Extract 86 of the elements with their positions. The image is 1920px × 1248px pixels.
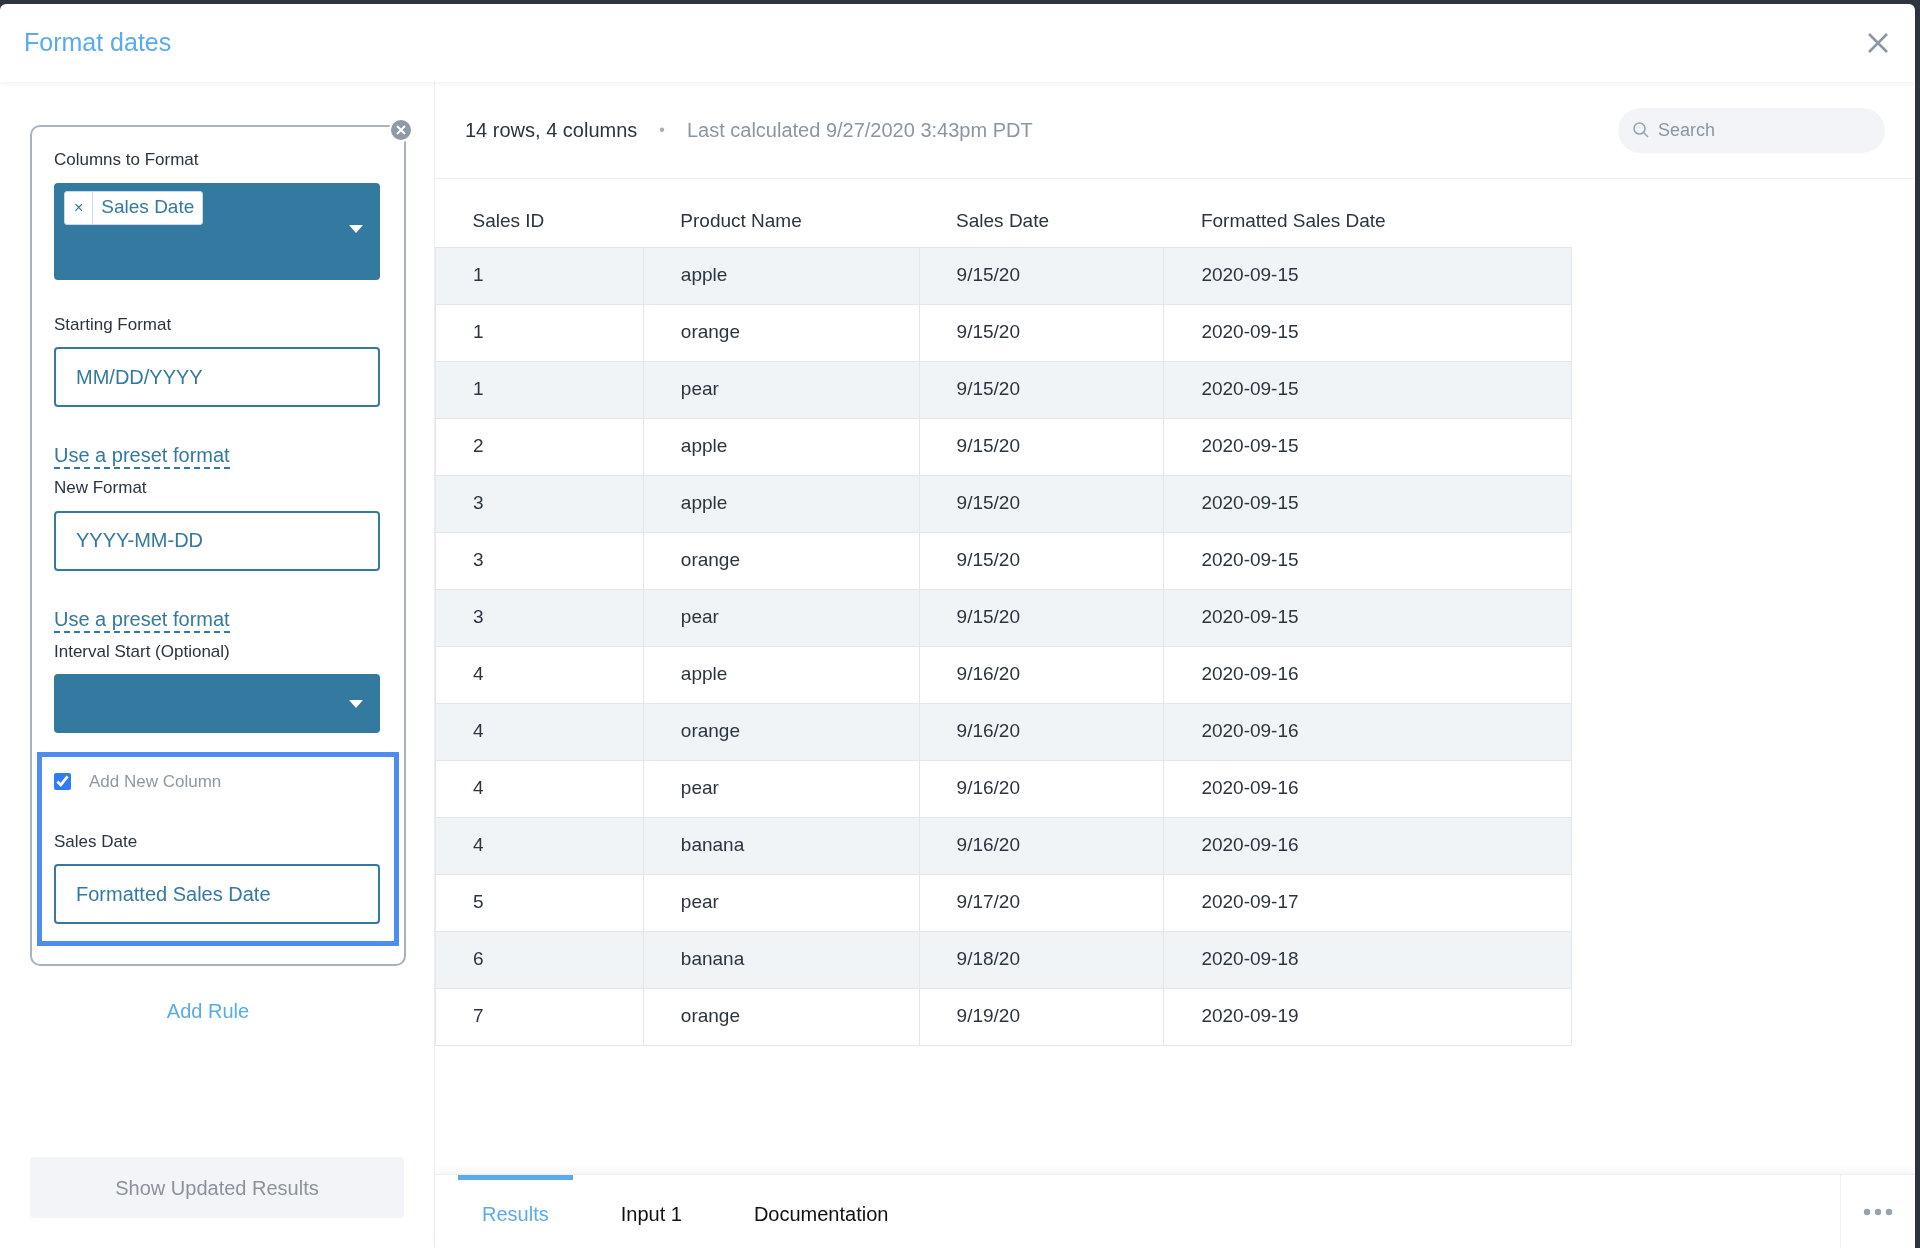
table-cell: 4 — [435, 817, 644, 874]
table-cell: 2 — [435, 418, 644, 475]
table-cell: 9/15/20 — [919, 532, 1164, 589]
table-cell: 9/15/20 — [919, 589, 1164, 646]
table-cell: 2020-09-15 — [1163, 304, 1572, 361]
table-cell: 2020-09-16 — [1163, 646, 1572, 703]
add-column-checkbox[interactable] — [54, 773, 71, 791]
table-cell: 7 — [435, 988, 644, 1045]
table-cell: 3 — [435, 589, 644, 646]
table-cell: apple — [643, 247, 920, 304]
table-cell: 9/15/20 — [919, 247, 1164, 304]
table-cell: 2020-09-16 — [1163, 703, 1572, 760]
caret-icon — [349, 699, 363, 708]
table-cell: 9/19/20 — [919, 988, 1164, 1045]
table-cell: 2020-09-15 — [1163, 247, 1572, 304]
table-cell: 1 — [435, 247, 644, 304]
table-cell: 2020-09-19 — [1163, 988, 1572, 1045]
table-cell: 4 — [435, 646, 644, 703]
field-label: Interval Start (Optional) — [54, 640, 231, 663]
table-cell: 2020-09-15 — [1163, 475, 1572, 532]
table-cell: apple — [643, 475, 920, 532]
tab[interactable]: Documentation — [729, 1175, 913, 1248]
table-cell: 1 — [435, 361, 644, 418]
field-label: Columns to Format — [54, 149, 200, 171]
table-cell: apple — [643, 646, 920, 703]
preset-format-link[interactable]: Use a preset format — [54, 443, 230, 469]
table-cell: orange — [643, 988, 920, 1045]
row-column-count: 14 rows, 4 columns — [465, 118, 638, 143]
column-header[interactable]: Product Name — [643, 195, 920, 247]
table-cell: 2020-09-15 — [1163, 589, 1572, 646]
table-cell: 2020-09-15 — [1163, 532, 1572, 589]
table-cell: 9/15/20 — [919, 361, 1164, 418]
table-cell: 4 — [435, 760, 644, 817]
table-cell: 9/15/20 — [919, 475, 1164, 532]
checkbox-label: Add New Column — [89, 771, 222, 793]
table-cell: pear — [643, 874, 920, 931]
table-cell: 9/16/20 — [919, 646, 1164, 703]
show-updated-results-button[interactable]: Show Updated Results — [30, 1157, 404, 1218]
table-cell: orange — [643, 703, 920, 760]
table-cell: 2020-09-18 — [1163, 931, 1572, 988]
table-cell: 4 — [435, 703, 644, 760]
table-cell: 9/16/20 — [919, 817, 1164, 874]
table-cell: 9/16/20 — [919, 760, 1164, 817]
table-cell: orange — [643, 532, 920, 589]
table-cell: 9/15/20 — [919, 304, 1164, 361]
table-cell: orange — [643, 304, 920, 361]
text-field[interactable]: YYYY-MM-DD — [54, 510, 380, 571]
table-cell: 3 — [435, 532, 644, 589]
field-label: New Format — [54, 477, 148, 499]
columns-select[interactable]: × Sales Date — [54, 182, 380, 280]
table-cell: 3 — [435, 475, 644, 532]
table-cell: apple — [643, 418, 920, 475]
field-label: Sales Date — [54, 830, 139, 853]
table-cell: pear — [643, 589, 920, 646]
last-calculated-text: Last calculated 9/27/2020 3:43pm PDT — [686, 118, 1033, 143]
column-header[interactable]: Sales Date — [919, 195, 1164, 247]
preset-format-link[interactable]: Use a preset format — [54, 606, 230, 633]
text-field[interactable]: MM/DD/YYYY — [54, 347, 380, 407]
table-cell: 6 — [435, 931, 644, 988]
column-header[interactable]: Formatted Sales Date — [1163, 195, 1572, 247]
text-field[interactable]: Formatted Sales Date — [54, 864, 380, 924]
tag-label: Sales Date — [100, 195, 196, 220]
table-cell: banana — [643, 817, 920, 874]
separator-dot: • — [659, 120, 665, 140]
caret-icon — [349, 224, 363, 233]
table-cell: banana — [643, 931, 920, 988]
search-field[interactable]: Search — [1618, 107, 1885, 153]
tab[interactable]: Input 1 — [596, 1175, 706, 1248]
table-cell: 2020-09-17 — [1163, 874, 1572, 931]
column-header[interactable]: Sales ID — [435, 195, 644, 247]
table-cell: pear — [643, 760, 920, 817]
table-cell: 2020-09-15 — [1163, 361, 1572, 418]
dialog-title: Format dates — [24, 27, 172, 59]
table-cell: 2020-09-16 — [1163, 760, 1572, 817]
table-cell: 9/16/20 — [919, 703, 1164, 760]
table-cell: 9/18/20 — [919, 931, 1164, 988]
table-cell: pear — [643, 361, 920, 418]
table-cell: 5 — [435, 874, 644, 931]
search-icon — [1632, 120, 1650, 139]
table-cell: 9/17/20 — [919, 874, 1164, 931]
field-label: Starting Format — [54, 313, 173, 336]
table-cell: 2020-09-16 — [1163, 817, 1572, 874]
table-cell: 2020-09-15 — [1163, 418, 1572, 475]
table-cell: 1 — [435, 304, 644, 361]
remove-tag-button[interactable]: × — [65, 191, 94, 224]
table-cell: 9/15/20 — [919, 418, 1164, 475]
